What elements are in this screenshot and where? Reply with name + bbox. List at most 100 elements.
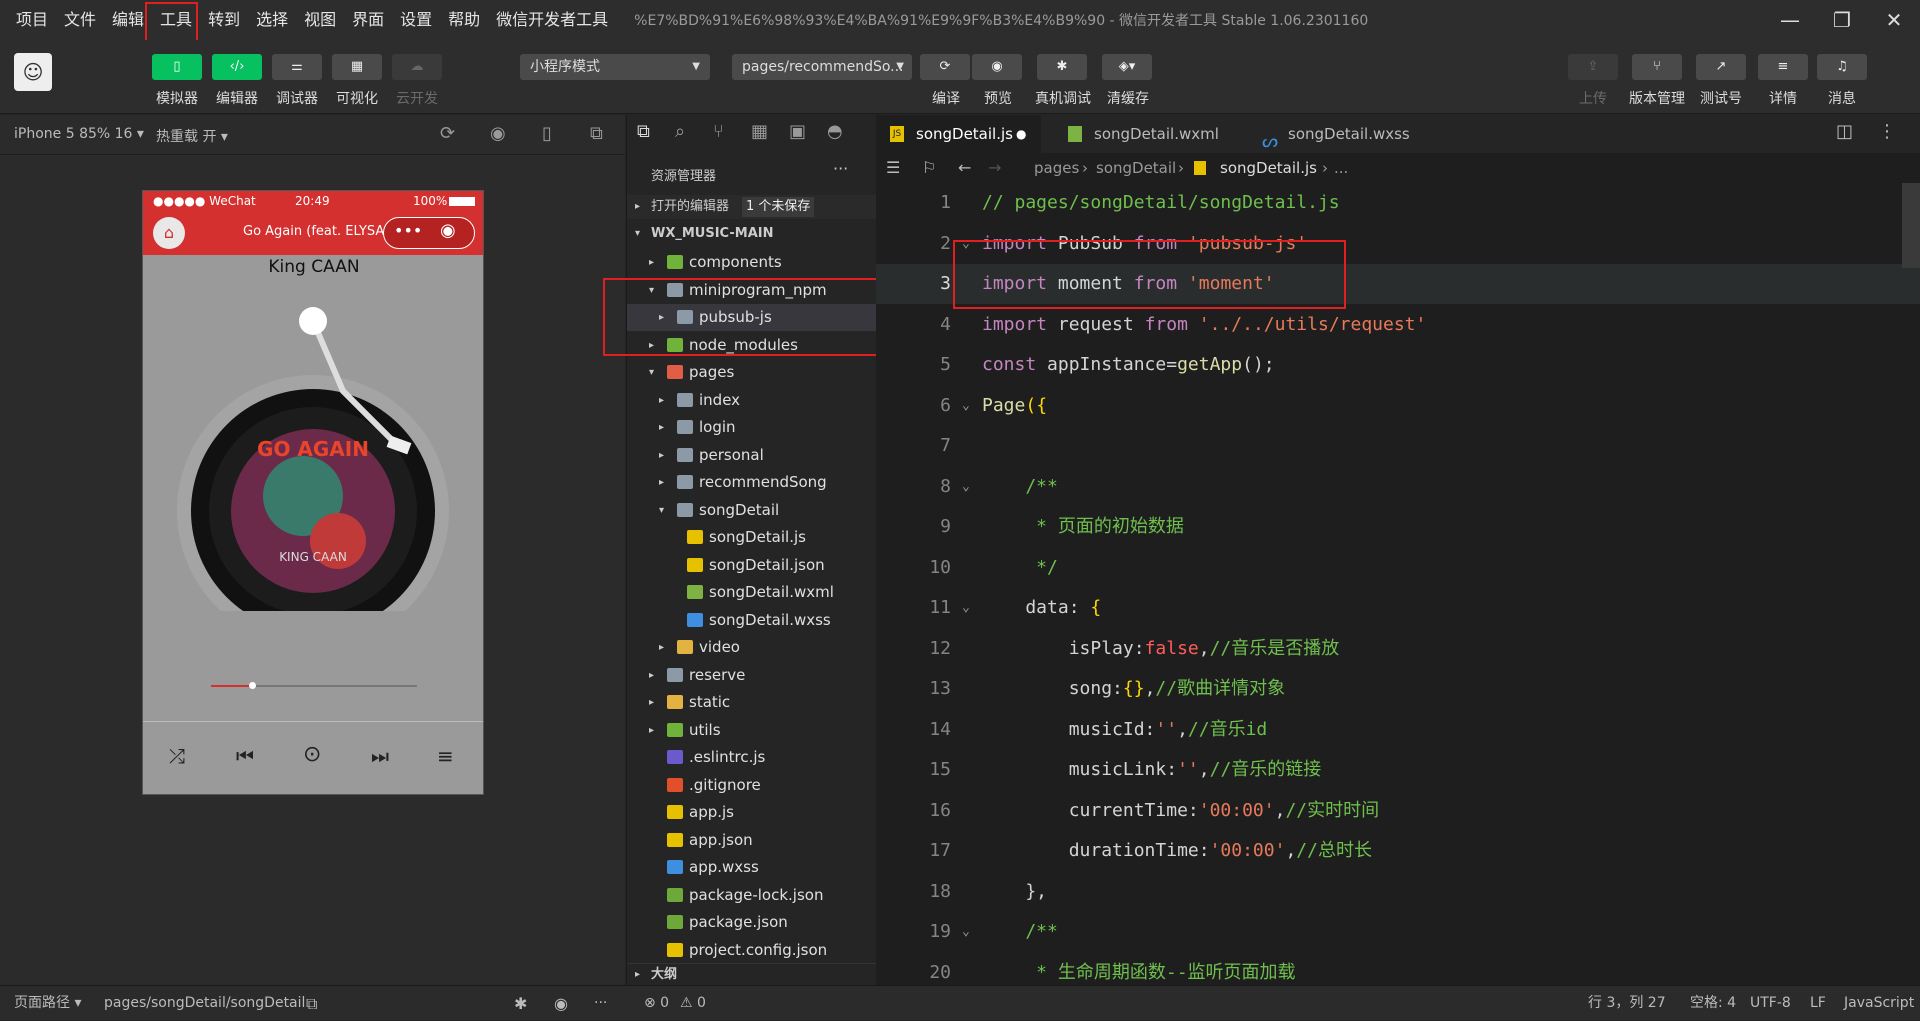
tree-item[interactable]: app.js [627, 799, 877, 826]
eye-icon[interactable]: ◉ [554, 986, 568, 1021]
close-icon[interactable]: ✕ [1868, 0, 1920, 40]
tree-item[interactable]: .eslintrc.js [627, 744, 877, 771]
messages-button[interactable]: ♫ [1817, 54, 1867, 80]
avatar[interactable]: ☺ [14, 53, 52, 91]
fold-chevron-icon[interactable]: ⌄ [962, 224, 970, 264]
tree-item[interactable]: app.json [627, 827, 877, 854]
tree-item[interactable]: ▾ songDetail [627, 497, 877, 524]
progress-track[interactable] [211, 682, 417, 689]
menu-edit[interactable]: 编辑 [104, 0, 152, 40]
search-icon[interactable]: ⌕ [675, 121, 685, 142]
page-select[interactable]: pages/recommendSo... ▼ [732, 54, 912, 80]
fold-chevron-icon[interactable]: ⌄ [962, 386, 970, 426]
open-editors-section[interactable]: ▸ 打开的编辑器 1 个未保存 [627, 195, 877, 219]
hot-reload-toggle[interactable]: 热重载 开 ▾ [156, 126, 228, 146]
list-icon[interactable]: ☰ [886, 153, 900, 183]
outline-section[interactable]: ▸ 大纲 [627, 963, 877, 985]
home-icon[interactable]: ⌂ [153, 217, 185, 249]
upload-button[interactable]: ⇪ [1568, 54, 1618, 80]
page-path-select[interactable]: 页面路径 ▾ [14, 986, 81, 1021]
tree-item[interactable]: package-lock.json [627, 882, 877, 909]
remote-debug-button[interactable]: ✱ [1037, 54, 1087, 80]
more-icon[interactable]: ··· [594, 986, 607, 1021]
capsule-menu[interactable]: ••• ◉ [383, 217, 475, 249]
breadcrumb-item[interactable]: ... [1334, 153, 1348, 183]
encoding-setting[interactable]: UTF-8 [1750, 986, 1791, 1021]
tab-songdetail-wxss[interactable]: ᔕ songDetail.wxss [1248, 115, 1438, 153]
close-mini-icon[interactable]: ◉ [440, 220, 456, 241]
language-mode[interactable]: JavaScript [1844, 986, 1914, 1021]
tree-item[interactable]: ▸ node_modules [627, 332, 877, 359]
scrollbar-thumb[interactable] [1902, 183, 1920, 268]
code-area[interactable]: 1 // pages/songDetail/songDetail.js 2 ⌄ impo… [876, 183, 1920, 983]
menu-help[interactable]: 帮助 [440, 0, 488, 40]
tree-item[interactable]: ▸ video [627, 634, 877, 661]
tree-item[interactable]: package.json [627, 909, 877, 936]
tree-item[interactable]: ▸ personal [627, 442, 877, 469]
menu-goto[interactable]: 转到 [200, 0, 248, 40]
shuffle-icon[interactable]: ⤮ [169, 744, 185, 768]
tree-item[interactable]: project.config.json [627, 937, 877, 964]
menu-settings[interactable]: 设置 [392, 0, 440, 40]
tab-songdetail-js[interactable]: JS songDetail.js ● [876, 115, 1041, 153]
tree-item[interactable]: ▸ recommendSong [627, 469, 877, 496]
more-icon[interactable]: ••• [394, 221, 422, 240]
error-count[interactable]: ⊗ 0 [644, 986, 669, 1021]
preview-button[interactable]: ◉ [972, 54, 1022, 80]
breadcrumb-item[interactable]: songDetail.js [1220, 153, 1317, 183]
tree-item[interactable]: ▸ utils [627, 717, 877, 744]
more-icon[interactable]: ··· [833, 159, 848, 178]
test-account-button[interactable]: ↗ [1696, 54, 1746, 80]
tree-item[interactable]: ▸ login [627, 414, 877, 441]
simulator-button[interactable]: ▯ [152, 54, 202, 80]
tree-item[interactable]: app.wxss [627, 854, 877, 881]
tree-item[interactable]: ▸ components [627, 249, 877, 276]
details-button[interactable]: ≡ [1758, 54, 1808, 80]
cloud-dev-button[interactable]: ☁ [392, 54, 442, 80]
tree-item[interactable]: songDetail.js [627, 524, 877, 551]
popout-icon[interactable]: ⧉ [590, 123, 603, 144]
maximize-icon[interactable]: ❐ [1816, 0, 1868, 40]
indent-setting[interactable]: 空格: 4 [1690, 986, 1736, 1021]
more-icon[interactable]: ⋮ [1878, 121, 1896, 142]
extensions-icon[interactable]: ▦ [751, 121, 768, 142]
forward-icon[interactable]: → [988, 153, 1001, 183]
split-editor-icon[interactable]: ◫ [1836, 121, 1853, 142]
copy-icon[interactable]: ⧉ [306, 986, 317, 1021]
phone-icon[interactable]: ▯ [542, 123, 552, 144]
version-button[interactable]: ⑂ [1632, 54, 1682, 80]
previous-icon[interactable]: ⏮ [236, 744, 254, 768]
tree-item[interactable]: ▸ reserve [627, 662, 877, 689]
tree-item[interactable]: ▸ static [627, 689, 877, 716]
git-icon[interactable]: ⑂ [713, 121, 724, 142]
editor-button[interactable]: ‹/› [212, 54, 262, 80]
debugger-button[interactable]: ⚌ [272, 54, 322, 80]
playlist-icon[interactable]: ≡ [437, 744, 454, 768]
menu-interface[interactable]: 界面 [344, 0, 392, 40]
back-icon[interactable]: ← [958, 153, 971, 183]
bug-icon[interactable]: ✱ [514, 986, 527, 1021]
tree-item[interactable]: .gitignore [627, 772, 877, 799]
next-icon[interactable]: ⏭ [371, 744, 389, 768]
refresh-icon[interactable]: ⟳ [440, 123, 455, 144]
tab-songdetail-wxml[interactable]: songDetail.wxml [1054, 115, 1244, 153]
stop-icon[interactable]: ◉ [490, 123, 506, 144]
play-icon[interactable]: ⊙ [303, 742, 321, 767]
minimize-icon[interactable]: — [1764, 0, 1816, 40]
tree-item[interactable]: ▸ index [627, 387, 877, 414]
storage-icon[interactable]: ▣ [789, 121, 806, 142]
menu-wechat-devtools[interactable]: 微信开发者工具 [488, 0, 616, 40]
workspace-root[interactable]: ▾ WX_MUSIC-MAIN [627, 221, 877, 247]
clear-cache-button[interactable]: ◈▾ [1102, 54, 1152, 80]
warning-count[interactable]: ⚠ 0 [680, 986, 706, 1021]
mode-select[interactable]: 小程序模式 ▼ [520, 54, 710, 80]
menu-view[interactable]: 视图 [296, 0, 344, 40]
menu-file[interactable]: 文件 [56, 0, 104, 40]
tree-item[interactable]: ▾ pages [627, 359, 877, 386]
visualize-button[interactable]: ▦ [332, 54, 382, 80]
tree-item[interactable]: songDetail.wxss [627, 607, 877, 634]
fold-chevron-icon[interactable]: ⌄ [962, 912, 970, 952]
menu-select[interactable]: 选择 [248, 0, 296, 40]
breadcrumb-item[interactable]: pages [1034, 153, 1079, 183]
fold-chevron-icon[interactable]: ⌄ [962, 467, 970, 507]
